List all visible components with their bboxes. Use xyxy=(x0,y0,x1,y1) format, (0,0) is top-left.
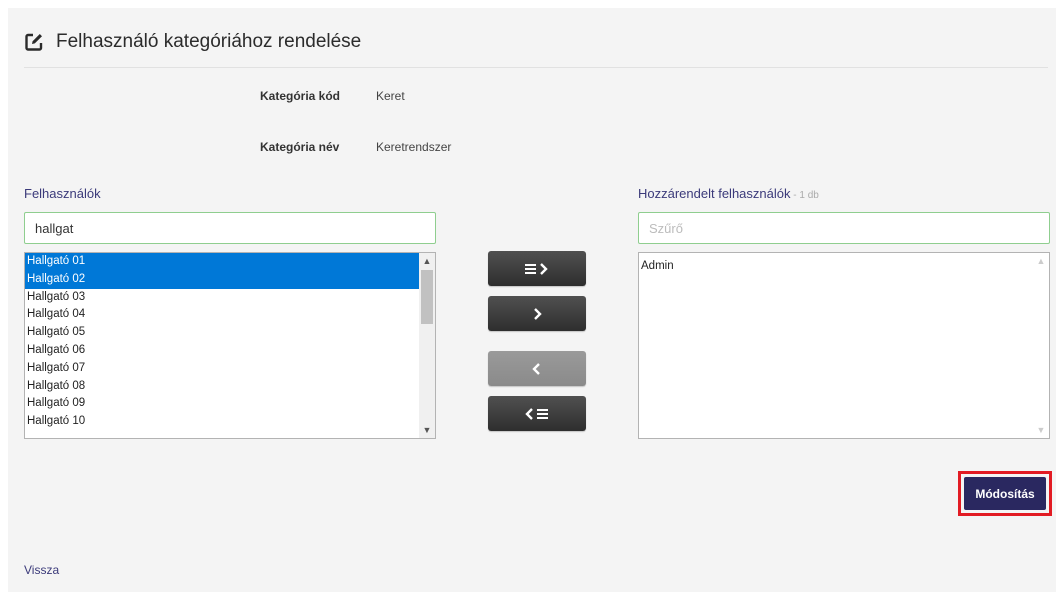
assigned-filter-input[interactable] xyxy=(638,212,1050,244)
title-divider xyxy=(24,67,1048,68)
list-item[interactable]: Hallgató 03 xyxy=(25,289,419,307)
category-name-label: Kategória név xyxy=(260,140,340,154)
remove-selected-button[interactable] xyxy=(488,351,586,386)
assigned-scrollbar[interactable]: ▲ ▼ xyxy=(1033,253,1049,438)
list-item[interactable]: Hallgató 09 xyxy=(25,395,419,413)
scroll-up-icon[interactable]: ▲ xyxy=(1033,253,1049,269)
users-list: Hallgató 01 Hallgató 02 Hallgató 03 Hallgat… xyxy=(25,253,419,431)
list-item[interactable]: Hallgató 04 xyxy=(25,306,419,324)
list-item[interactable]: Hallgató 10 xyxy=(25,413,419,431)
assigned-users-heading-label: Hozzárendelt felhasználók xyxy=(638,186,791,201)
assigned-users-listbox[interactable]: Admin ▲ ▼ xyxy=(638,252,1050,439)
list-item[interactable]: Hallgató 07 xyxy=(25,360,419,378)
assigned-users-heading: Hozzárendelt felhasználók - 1 db xyxy=(638,186,819,201)
scroll-down-icon[interactable]: ▼ xyxy=(419,422,435,438)
add-selected-button[interactable] xyxy=(488,296,586,331)
category-name-value: Keretrendszer xyxy=(376,140,452,154)
assigned-users-list: Admin xyxy=(639,258,1033,276)
chevron-right-icon xyxy=(534,307,542,320)
chevron-left-icon xyxy=(532,362,540,375)
arrow-left-list-icon xyxy=(525,407,548,420)
back-link[interactable]: Vissza xyxy=(24,563,59,577)
users-search-input[interactable] xyxy=(24,212,436,244)
assigned-count: - 1 db xyxy=(790,190,819,201)
list-arrow-right-icon xyxy=(525,262,548,275)
users-listbox[interactable]: Hallgató 01 Hallgató 02 Hallgató 03 Hallgat… xyxy=(24,252,436,439)
scroll-thumb[interactable] xyxy=(421,270,433,324)
users-heading-label: Felhasználók xyxy=(24,186,101,201)
users-heading: Felhasználók xyxy=(24,186,101,201)
list-item[interactable]: Hallgató 01 xyxy=(25,253,419,271)
category-code-label: Kategória kód xyxy=(260,89,341,103)
category-code-value: Keret xyxy=(376,89,405,103)
scroll-down-icon[interactable]: ▼ xyxy=(1033,422,1049,438)
users-scrollbar[interactable]: ▲ ▼ xyxy=(419,253,435,438)
scroll-up-icon[interactable]: ▲ xyxy=(419,253,435,269)
list-item[interactable]: Hallgató 08 xyxy=(25,378,419,396)
page-header: Felhasználó kategóriához rendelése xyxy=(24,28,361,56)
list-item[interactable]: Admin xyxy=(639,258,1033,276)
list-item[interactable]: Hallgató 02 xyxy=(25,270,419,289)
submit-button[interactable]: Módosítás xyxy=(964,477,1046,510)
edit-icon xyxy=(25,33,43,51)
list-item[interactable]: Hallgató 06 xyxy=(25,342,419,360)
add-all-button[interactable] xyxy=(488,251,586,286)
page-title: Felhasználó kategóriához rendelése xyxy=(56,31,362,52)
list-item[interactable]: Hallgató 05 xyxy=(25,324,419,342)
remove-all-button[interactable] xyxy=(488,396,586,431)
